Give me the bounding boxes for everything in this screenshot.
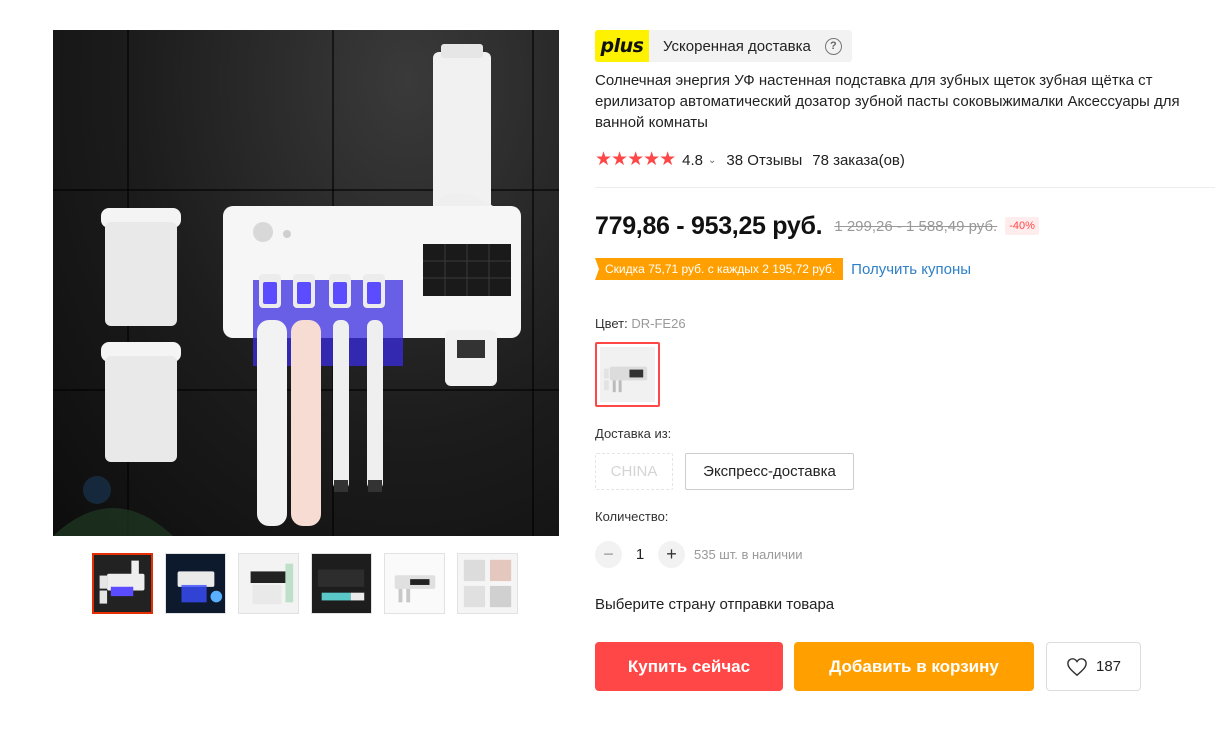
wishlist-button[interactable]: 187 (1046, 642, 1141, 691)
coupon-tag: Скидка 75,71 руб. с каждых 2 195,72 руб. (595, 258, 844, 280)
current-price: 779,86 - 953,25 руб. (595, 211, 823, 240)
wishlist-count: 187 (1095, 658, 1122, 675)
plus-logo: plus (595, 30, 649, 62)
quantity-plus-button[interactable]: + (658, 540, 685, 568)
chevron-down-icon[interactable]: ⌄ (708, 155, 716, 166)
plus-delivery-badge: plus Ускоренная доставка ? (595, 30, 852, 62)
thumbnail-strip (92, 553, 522, 615)
price-row: 779,86 - 953,25 руб. 1 299,26 - 1 588,49… (595, 208, 1039, 244)
thumbnail-1[interactable] (92, 553, 153, 614)
color-option-dr-fe26[interactable] (595, 342, 660, 407)
quantity-label: Количество: (595, 509, 669, 524)
thumbnail-6[interactable] (457, 553, 518, 614)
plus-delivery-text-wrap: Ускоренная доставка ? (649, 30, 852, 62)
old-price: 1 299,26 - 1 588,49 руб. (834, 217, 998, 235)
quantity-minus-button[interactable]: − (595, 540, 622, 568)
thumbnail-4[interactable] (311, 553, 372, 614)
get-coupons-link[interactable]: Получить купоны (851, 261, 971, 278)
reviews-link[interactable]: 38 Отзывы (726, 152, 802, 169)
divider (595, 187, 1215, 188)
star-rating-icon: ★★★★★ (595, 149, 676, 170)
coupon-row: Скидка 75,71 руб. с каждых 2 195,72 руб.… (595, 258, 971, 280)
thumbnail-3[interactable] (238, 553, 299, 614)
add-to-cart-button[interactable]: Добавить в корзину (794, 642, 1034, 691)
stock-count: 535 шт. в наличии (694, 546, 803, 562)
color-value: DR-FE26 (631, 316, 686, 331)
thumbnail-2[interactable] (165, 553, 226, 614)
orders-count: 78 заказа(ов) (812, 151, 905, 169)
quantity-value[interactable]: 1 (622, 546, 658, 563)
buy-now-button[interactable]: Купить сейчас (595, 642, 783, 691)
quantity-stepper: − 1 + 535 шт. в наличии (595, 540, 803, 568)
product-title: Солнечная энергия УФ настенная подставка… (595, 72, 1180, 131)
main-product-image[interactable] (53, 30, 559, 536)
color-label-row: Цвет: DR-FE26 (595, 316, 686, 331)
color-label: Цвет: (595, 316, 628, 331)
rating-value[interactable]: 4.8 (682, 152, 703, 169)
thumbnail-5[interactable] (384, 553, 445, 614)
shipping-label: Доставка из: (595, 426, 672, 441)
select-country-text: Выберите страну отправки товара (595, 596, 835, 613)
heart-icon (1067, 657, 1087, 676)
discount-badge: -40% (1005, 217, 1039, 235)
help-icon[interactable]: ? (824, 37, 842, 55)
ship-from-china-option: CHINA (595, 453, 673, 490)
plus-delivery-text: Ускоренная доставка (663, 37, 811, 55)
express-delivery-option[interactable]: Экспресс-доставка (685, 453, 854, 490)
rating-row: ★★★★★ 4.8 ⌄ 38 Отзывы 78 заказа(ов) (595, 150, 905, 170)
